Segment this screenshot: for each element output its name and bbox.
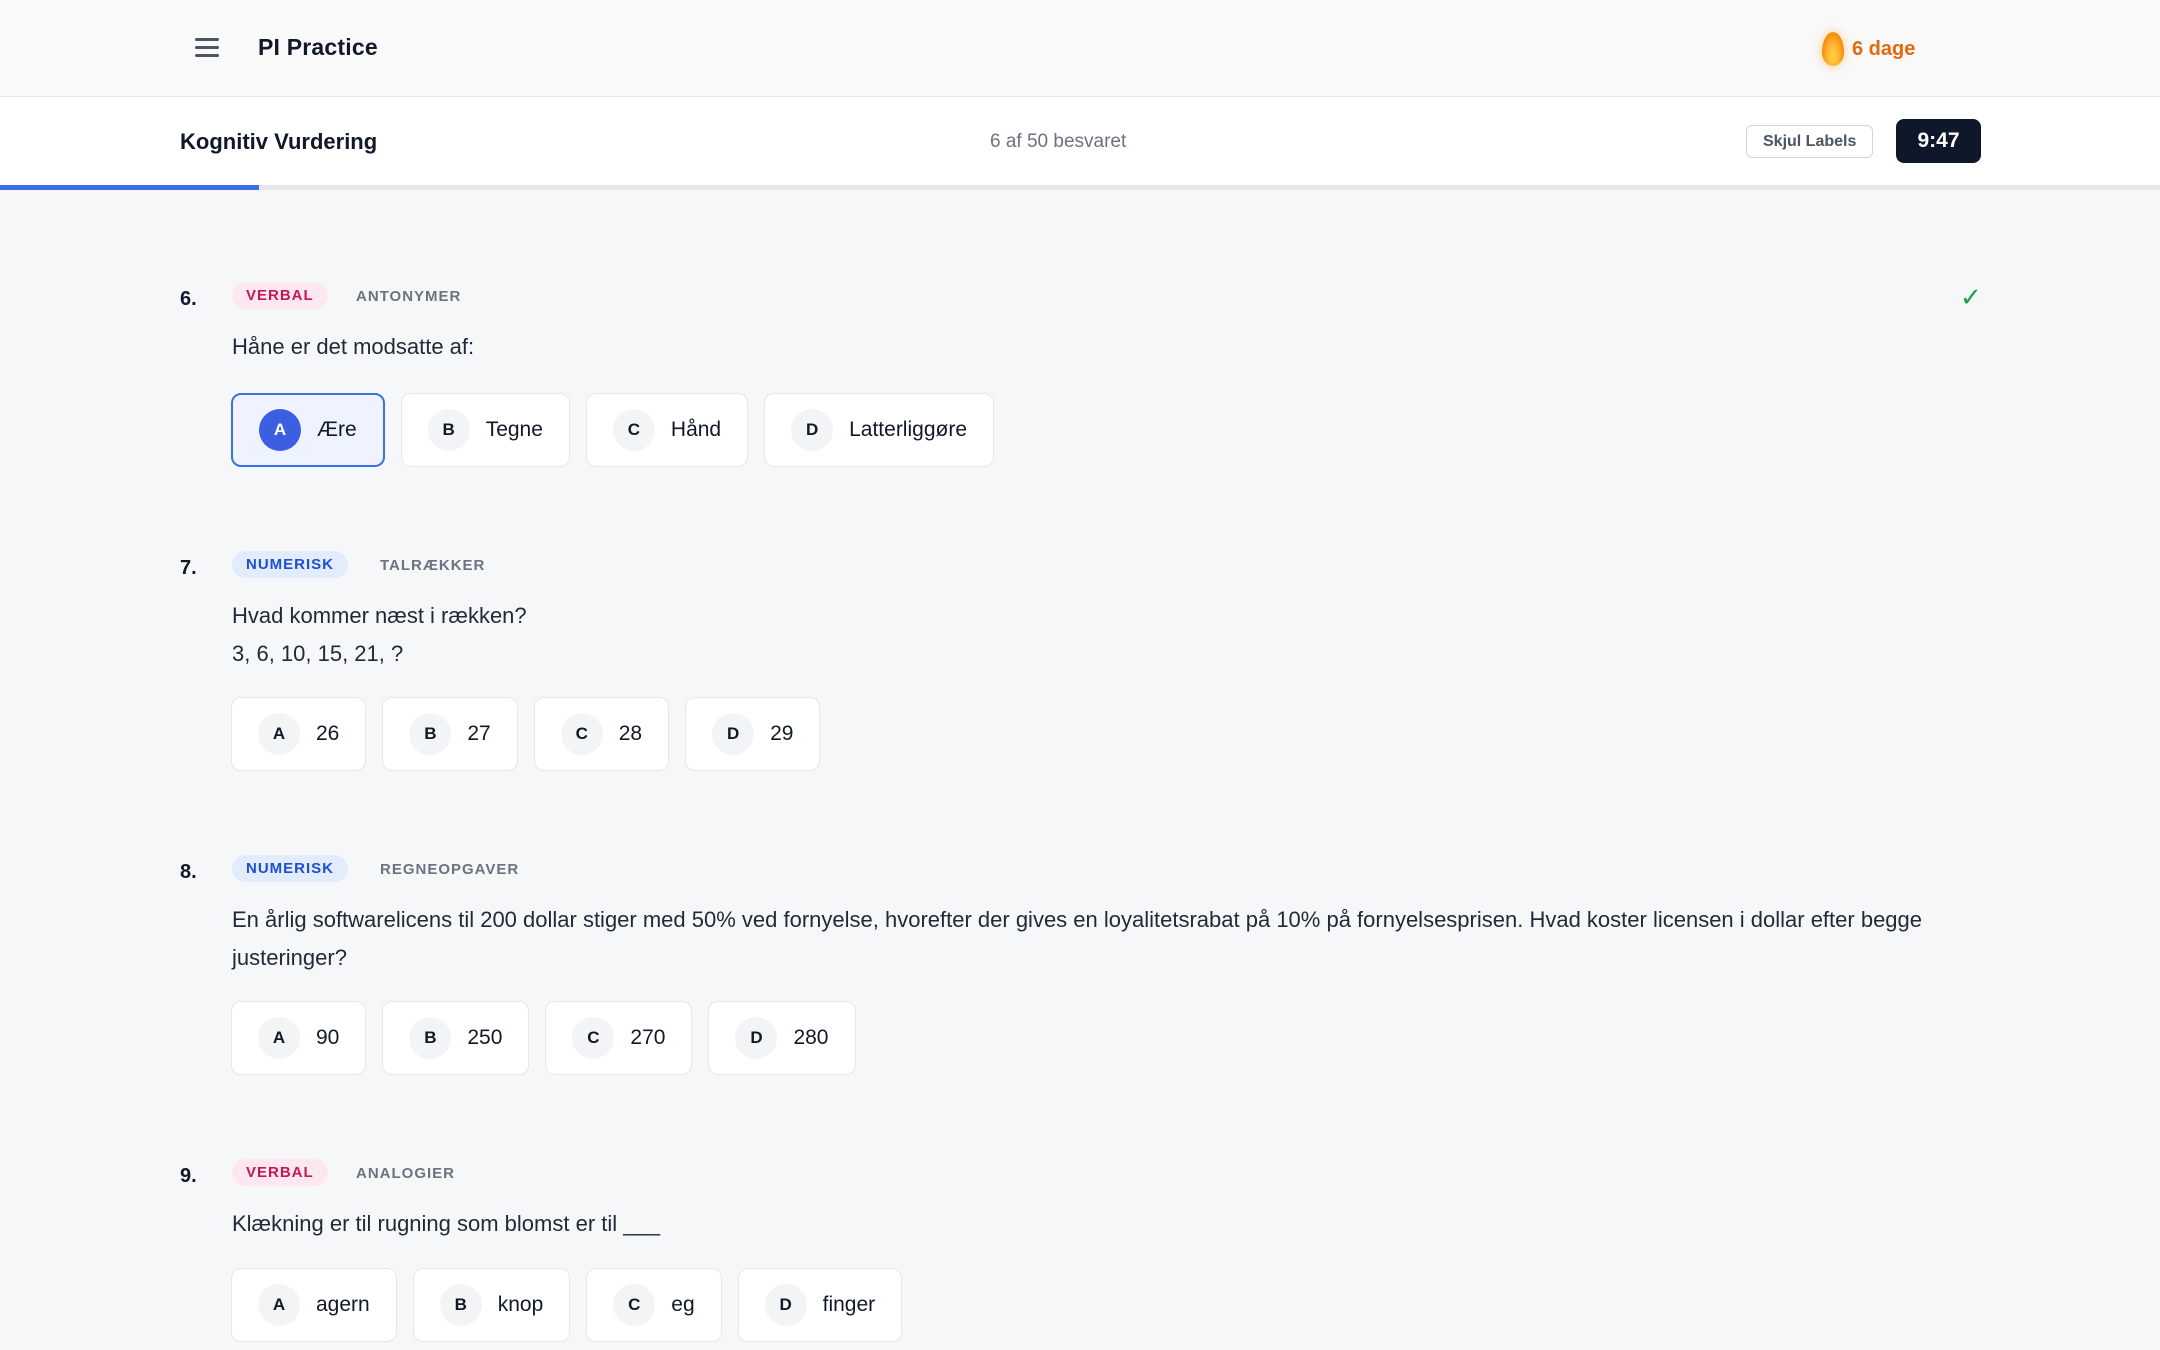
- option-letter: B: [439, 1284, 482, 1326]
- option-label: 250: [467, 1026, 503, 1049]
- category-badge: NUMERISK: [232, 551, 349, 578]
- option-b[interactable]: B Tegne: [400, 393, 570, 467]
- option-letter: D: [712, 713, 755, 755]
- option-label: 90: [316, 1026, 340, 1049]
- option-letter: C: [612, 409, 655, 451]
- option-label: 28: [618, 722, 643, 745]
- option-c[interactable]: C eg: [586, 1268, 722, 1342]
- question-text-line-1: Hvad kommer næst i rækken?: [232, 603, 527, 628]
- progress-fill: [0, 185, 260, 190]
- option-c[interactable]: C 28: [533, 697, 670, 771]
- option-d[interactable]: D finger: [737, 1268, 903, 1342]
- app-title: PI Practice: [258, 34, 378, 60]
- subcategory-label: ANALOGIER: [356, 1165, 455, 1182]
- option-letter: A: [258, 713, 300, 755]
- subcategory-label: REGNEOPGAVER: [380, 861, 520, 878]
- timer: 9:47: [1896, 119, 1981, 163]
- question-number: 7.: [180, 557, 197, 579]
- flame-icon: [1822, 32, 1844, 66]
- question-number: 8.: [180, 861, 197, 883]
- streak-label: 6 dage: [1852, 37, 1916, 60]
- option-letter: D: [735, 1017, 778, 1059]
- option-b[interactable]: B knop: [412, 1268, 571, 1342]
- category-badge: VERBAL: [232, 1159, 328, 1186]
- answer-options: A 26 B 27 C 28 D 29: [231, 697, 821, 771]
- option-a[interactable]: A 26: [231, 697, 367, 771]
- option-label: Latterliggøre: [849, 418, 967, 441]
- hamburger-menu-icon[interactable]: [193, 36, 221, 60]
- option-label: knop: [497, 1293, 544, 1316]
- question-text: Klækning er til rugning som blomst er ti…: [232, 1211, 660, 1236]
- option-b[interactable]: B 250: [382, 1001, 530, 1075]
- option-d[interactable]: D Latterliggøre: [764, 393, 994, 467]
- subcategory-label: ANTONYMER: [356, 288, 462, 305]
- option-letter: B: [427, 409, 470, 451]
- question-text: Hvad kommer næst i rækken? 3, 6, 10, 15,…: [232, 597, 1972, 673]
- option-a[interactable]: A Ære: [231, 393, 385, 467]
- option-letter: B: [409, 713, 452, 755]
- option-c[interactable]: C Hånd: [585, 393, 749, 467]
- option-letter: C: [613, 1284, 656, 1326]
- option-letter: C: [572, 1017, 615, 1059]
- option-c[interactable]: C 270: [545, 1001, 693, 1075]
- option-d[interactable]: D 280: [708, 1001, 856, 1075]
- option-label: 270: [630, 1026, 666, 1049]
- question-text-line-2: 3, 6, 10, 15, 21, ?: [232, 641, 404, 666]
- option-b[interactable]: B 27: [382, 697, 518, 771]
- answer-options: A Ære B Tegne C Hånd D Latterliggøre: [231, 393, 994, 467]
- app-bar: PI Practice 6 dage: [0, 0, 2160, 97]
- assessment-title: Kognitiv Vurdering: [180, 129, 378, 154]
- option-a[interactable]: A 90: [231, 1001, 367, 1075]
- answer-options: A 90 B 250 C 270 D 280: [231, 1001, 856, 1075]
- streak-indicator: 6 dage: [1822, 32, 1915, 66]
- option-a[interactable]: A agern: [231, 1268, 397, 1342]
- option-letter: C: [560, 713, 603, 755]
- question-number: 6.: [180, 288, 197, 310]
- option-label: Hånd: [670, 418, 722, 441]
- option-label: 29: [770, 722, 794, 745]
- option-letter: D: [764, 1284, 807, 1326]
- option-label: finger: [822, 1293, 876, 1316]
- answered-count: 6 af 50 besvaret: [990, 131, 1127, 152]
- question-text: Håne er det modsatte af:: [232, 334, 475, 359]
- subcategory-label: TALRÆKKER: [380, 557, 486, 574]
- option-label: 26: [316, 722, 340, 745]
- option-label: agern: [316, 1293, 370, 1316]
- option-letter: A: [258, 1284, 300, 1326]
- option-label: 280: [793, 1026, 829, 1049]
- checkmark-icon: ✓: [1960, 282, 1982, 312]
- answer-options: A agern B knop C eg D finger: [231, 1268, 903, 1342]
- option-label: Tegne: [485, 418, 543, 441]
- category-badge: NUMERISK: [232, 855, 349, 882]
- option-label: eg: [671, 1293, 695, 1316]
- hide-labels-button[interactable]: Skjul Labels: [1746, 125, 1874, 158]
- question-text: En årlig softwarelicens til 200 dollar s…: [232, 907, 1923, 970]
- option-letter: A: [258, 1017, 300, 1059]
- option-label: 27: [467, 722, 491, 745]
- option-letter: A: [259, 409, 301, 451]
- option-letter: D: [791, 409, 834, 451]
- assessment-header: Kognitiv Vurdering 6 af 50 besvaret Skju…: [0, 97, 2160, 189]
- progress-bar: [0, 185, 2160, 190]
- option-letter: B: [409, 1017, 452, 1059]
- category-badge: VERBAL: [232, 282, 328, 309]
- option-label: Ære: [317, 418, 357, 441]
- option-d[interactable]: D 29: [685, 697, 821, 771]
- question-number: 9.: [180, 1165, 197, 1187]
